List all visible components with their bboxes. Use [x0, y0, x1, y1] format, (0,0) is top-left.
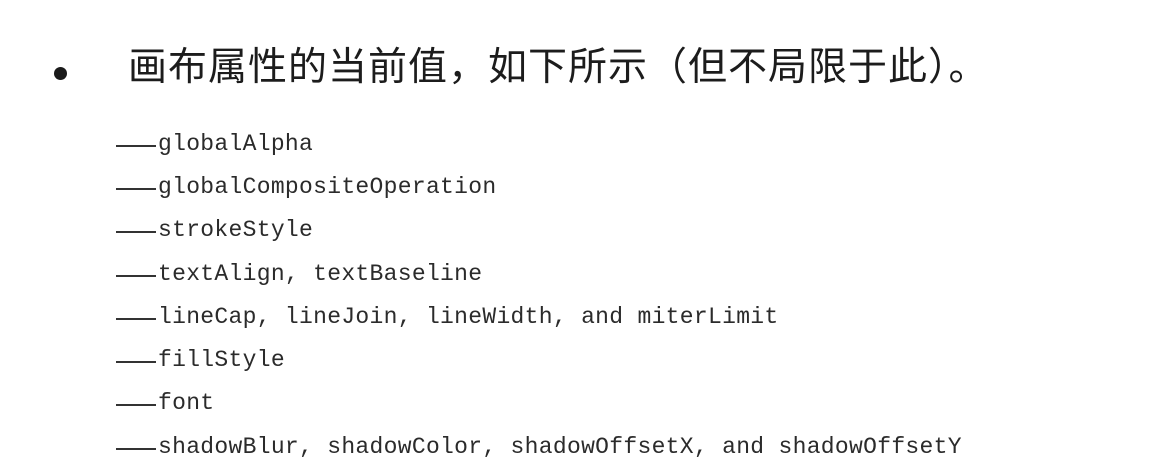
list-item: fillStyle [116, 338, 962, 381]
property-name: fillStyle [158, 347, 285, 374]
dash-icon [116, 317, 156, 320]
dash-icon [116, 231, 156, 234]
dash-icon [116, 144, 156, 147]
property-name: shadowBlur, shadowColor, shadowOffsetX, … [158, 433, 962, 460]
dash-icon [116, 361, 156, 364]
dash-icon [116, 187, 156, 190]
bullet-icon [54, 67, 67, 80]
property-name: globalCompositeOperation [158, 173, 497, 200]
property-name: globalAlpha [158, 130, 314, 157]
list-item: lineCap, lineJoin, lineWidth, and miterL… [116, 295, 962, 338]
list-item: shadowBlur, shadowColor, shadowOffsetX, … [116, 425, 962, 468]
property-name: lineCap, lineJoin, lineWidth, and miterL… [158, 303, 779, 330]
property-name: textAlign, textBaseline [158, 260, 483, 287]
property-name: font [158, 390, 215, 417]
bullet-paragraph: 画布属性的当前值，如下所示（但不局限于此）。 [0, 40, 1154, 100]
list-item: globalCompositeOperation [116, 165, 962, 208]
document-page: 画布属性的当前值，如下所示（但不局限于此）。 globalAlpha globa… [0, 0, 1154, 468]
list-item: strokeStyle [116, 209, 962, 252]
property-name: strokeStyle [158, 217, 314, 244]
dash-icon [116, 274, 156, 277]
bullet-heading: 画布属性的当前值，如下所示（但不局限于此）。 [128, 45, 989, 90]
dash-icon [116, 404, 156, 407]
list-item: textAlign, textBaseline [116, 252, 962, 295]
list-item: globalAlpha [116, 122, 962, 165]
dash-icon [116, 447, 156, 450]
property-list: globalAlpha globalCompositeOperation str… [116, 122, 962, 468]
list-item: font [116, 382, 962, 425]
